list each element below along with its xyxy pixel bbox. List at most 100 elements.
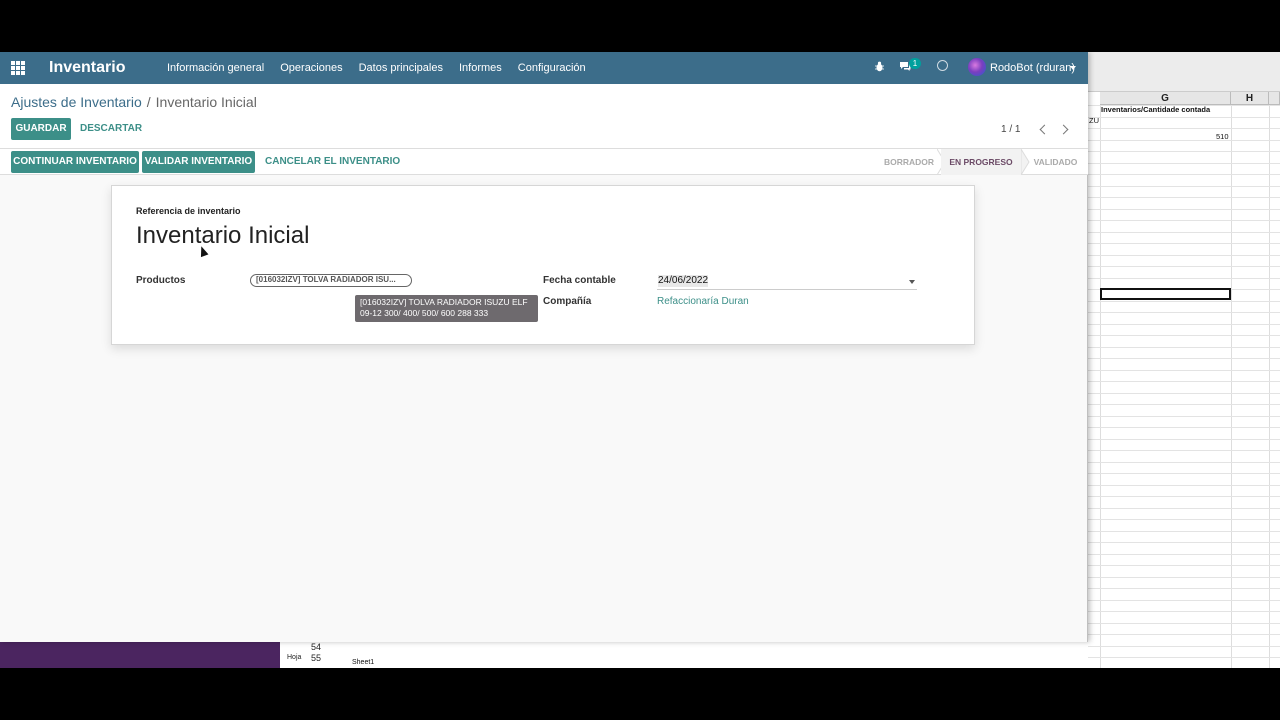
- grid-line: [1088, 657, 1280, 658]
- activity-clock-icon[interactable]: [937, 60, 948, 71]
- grid-line: [1088, 542, 1280, 543]
- sheet-tab[interactable]: Sheet1: [352, 659, 374, 666]
- screen: G H Inventarios/Cantidade contada ZU 510…: [0, 0, 1280, 720]
- grid-line: [1231, 105, 1232, 668]
- reference-label: Referencia de inventario: [136, 206, 241, 216]
- stage-draft[interactable]: BORRADOR: [877, 149, 941, 175]
- breadcrumb-current: Inventario Inicial: [155, 94, 257, 110]
- company-label: Compañía: [543, 296, 592, 307]
- pager-previous-icon[interactable]: [1039, 124, 1050, 135]
- breadcrumb-separator: /: [146, 94, 151, 110]
- user-menu[interactable]: RodoBot (rduran): [990, 52, 1075, 84]
- accounting-date-value[interactable]: 24/06/2022: [658, 275, 709, 287]
- desktop-background: [0, 641, 280, 668]
- odoo-window: Inventario Información general Operacion…: [0, 52, 1088, 642]
- form-sheet: Referencia de inventario Inventario Inic…: [111, 185, 975, 345]
- column-header-g[interactable]: G: [1100, 92, 1231, 105]
- grid-line: [1088, 162, 1280, 164]
- grid-line: [1088, 507, 1280, 509]
- grid-line: [1088, 151, 1280, 152]
- save-button[interactable]: GUARDAR: [11, 118, 71, 140]
- debug-bug-icon[interactable]: [875, 61, 884, 72]
- pager-next-icon[interactable]: [1058, 124, 1069, 135]
- product-tooltip: [016032IZV] TOLVA RADIADOR ISUZU ELF 09-…: [355, 295, 538, 322]
- row-number-54: 54: [311, 642, 322, 652]
- cell-value[interactable]: 510: [1216, 132, 1229, 141]
- grid-line: [1088, 185, 1280, 187]
- menu-item-operations[interactable]: Operaciones: [272, 52, 350, 84]
- reference-field[interactable]: Inventario Inicial: [136, 221, 309, 251]
- grid-line: [1088, 484, 1280, 486]
- status-bar: CONTINUAR INVENTARIO VALIDAR INVENTARIO …: [0, 149, 1088, 175]
- grid-line: [1088, 174, 1280, 175]
- column-header-i[interactable]: [1269, 92, 1280, 105]
- grid-line: [1088, 392, 1280, 394]
- accounting-date-label: Fecha contable: [543, 275, 616, 286]
- top-navbar: Inventario Información general Operacion…: [0, 52, 1088, 84]
- pager-value[interactable]: 1 / 1: [1001, 123, 1020, 137]
- grid-line: [1088, 404, 1280, 405]
- breadcrumb-parent-link[interactable]: Ajustes de Inventario: [11, 94, 142, 110]
- sheet-label: Hoja: [287, 654, 302, 661]
- grid-line: [1088, 645, 1280, 647]
- tooltip-line-1: [016032IZV] TOLVA RADIADOR ISUZU ELF: [360, 297, 528, 307]
- stage-validated[interactable]: VALIDADO: [1027, 149, 1084, 175]
- grid-line: [1088, 128, 1280, 129]
- grid-line: [1088, 335, 1280, 336]
- grid-line: [1088, 139, 1280, 141]
- grid-line: [1088, 599, 1280, 601]
- grid-line: [1088, 496, 1280, 497]
- user-avatar[interactable]: [968, 58, 986, 76]
- row-number-55: 55: [311, 653, 322, 663]
- grid-line: [1088, 369, 1280, 371]
- grid-line: [1088, 312, 1280, 313]
- product-tag[interactable]: [016032IZV] TOLVA RADIADOR ISU...: [250, 274, 412, 287]
- app-title[interactable]: Inventario: [49, 57, 125, 79]
- grid-line: [1088, 519, 1280, 520]
- chat-badge: 1: [909, 58, 921, 69]
- grid-line: [1088, 116, 1280, 118]
- grid-line: [1088, 277, 1280, 279]
- grid-line: [1088, 565, 1280, 566]
- grid-line: [1269, 105, 1270, 668]
- menu-item-configuration[interactable]: Configuración: [510, 52, 594, 84]
- dropdown-caret-icon[interactable]: [909, 280, 915, 284]
- selected-cell[interactable]: [1100, 288, 1231, 300]
- grid-line: [1088, 530, 1280, 532]
- grid-line: [1088, 576, 1280, 578]
- grid-line: [1088, 358, 1280, 359]
- spreadsheet-window: G H Inventarios/Cantidade contada ZU 510: [1088, 52, 1280, 668]
- menu-item-reports[interactable]: Informes: [451, 52, 510, 84]
- grid-line: [1088, 473, 1280, 474]
- stage-in-progress[interactable]: EN PROGRESO: [941, 149, 1021, 175]
- column-header-h[interactable]: H: [1231, 92, 1269, 105]
- grid-line: [1088, 415, 1280, 417]
- validate-inventory-button[interactable]: VALIDAR INVENTARIO: [142, 151, 255, 173]
- continue-inventory-button[interactable]: CONTINUAR INVENTARIO: [11, 151, 139, 173]
- grid-line: [1088, 461, 1280, 463]
- menu-item-general[interactable]: Información general: [159, 52, 272, 84]
- main-menu: Información general Operaciones Datos pr…: [159, 52, 594, 84]
- company-link[interactable]: Refaccionaría Duran: [657, 296, 749, 307]
- grid-line: [1088, 622, 1280, 624]
- grid-line: [1088, 553, 1280, 555]
- grid-line: [1088, 427, 1280, 428]
- products-label: Productos: [136, 275, 186, 286]
- grid-line: [1088, 197, 1280, 198]
- grid-line: [1088, 438, 1280, 440]
- cancel-inventory-button[interactable]: CANCELAR EL INVENTARIO: [265, 151, 400, 173]
- cell-header-text[interactable]: Inventarios/Cantidade contada: [1101, 105, 1210, 114]
- grid-line: [1100, 105, 1101, 668]
- caret-down-icon[interactable]: [1070, 66, 1076, 70]
- grid-line: [1088, 254, 1280, 256]
- grid-line: [1088, 208, 1280, 210]
- apps-menu-icon[interactable]: [11, 61, 25, 75]
- discard-button[interactable]: DESCARTAR: [80, 118, 142, 140]
- grid-line: [1088, 611, 1280, 612]
- grid-line: [1088, 231, 1280, 233]
- grid-line: [1088, 243, 1280, 244]
- cell-partial-text[interactable]: ZU: [1089, 116, 1099, 125]
- grid-line: [1088, 381, 1280, 382]
- accounting-date-field[interactable]: 24/06/2022: [657, 273, 917, 290]
- menu-item-master-data[interactable]: Datos principales: [351, 52, 451, 84]
